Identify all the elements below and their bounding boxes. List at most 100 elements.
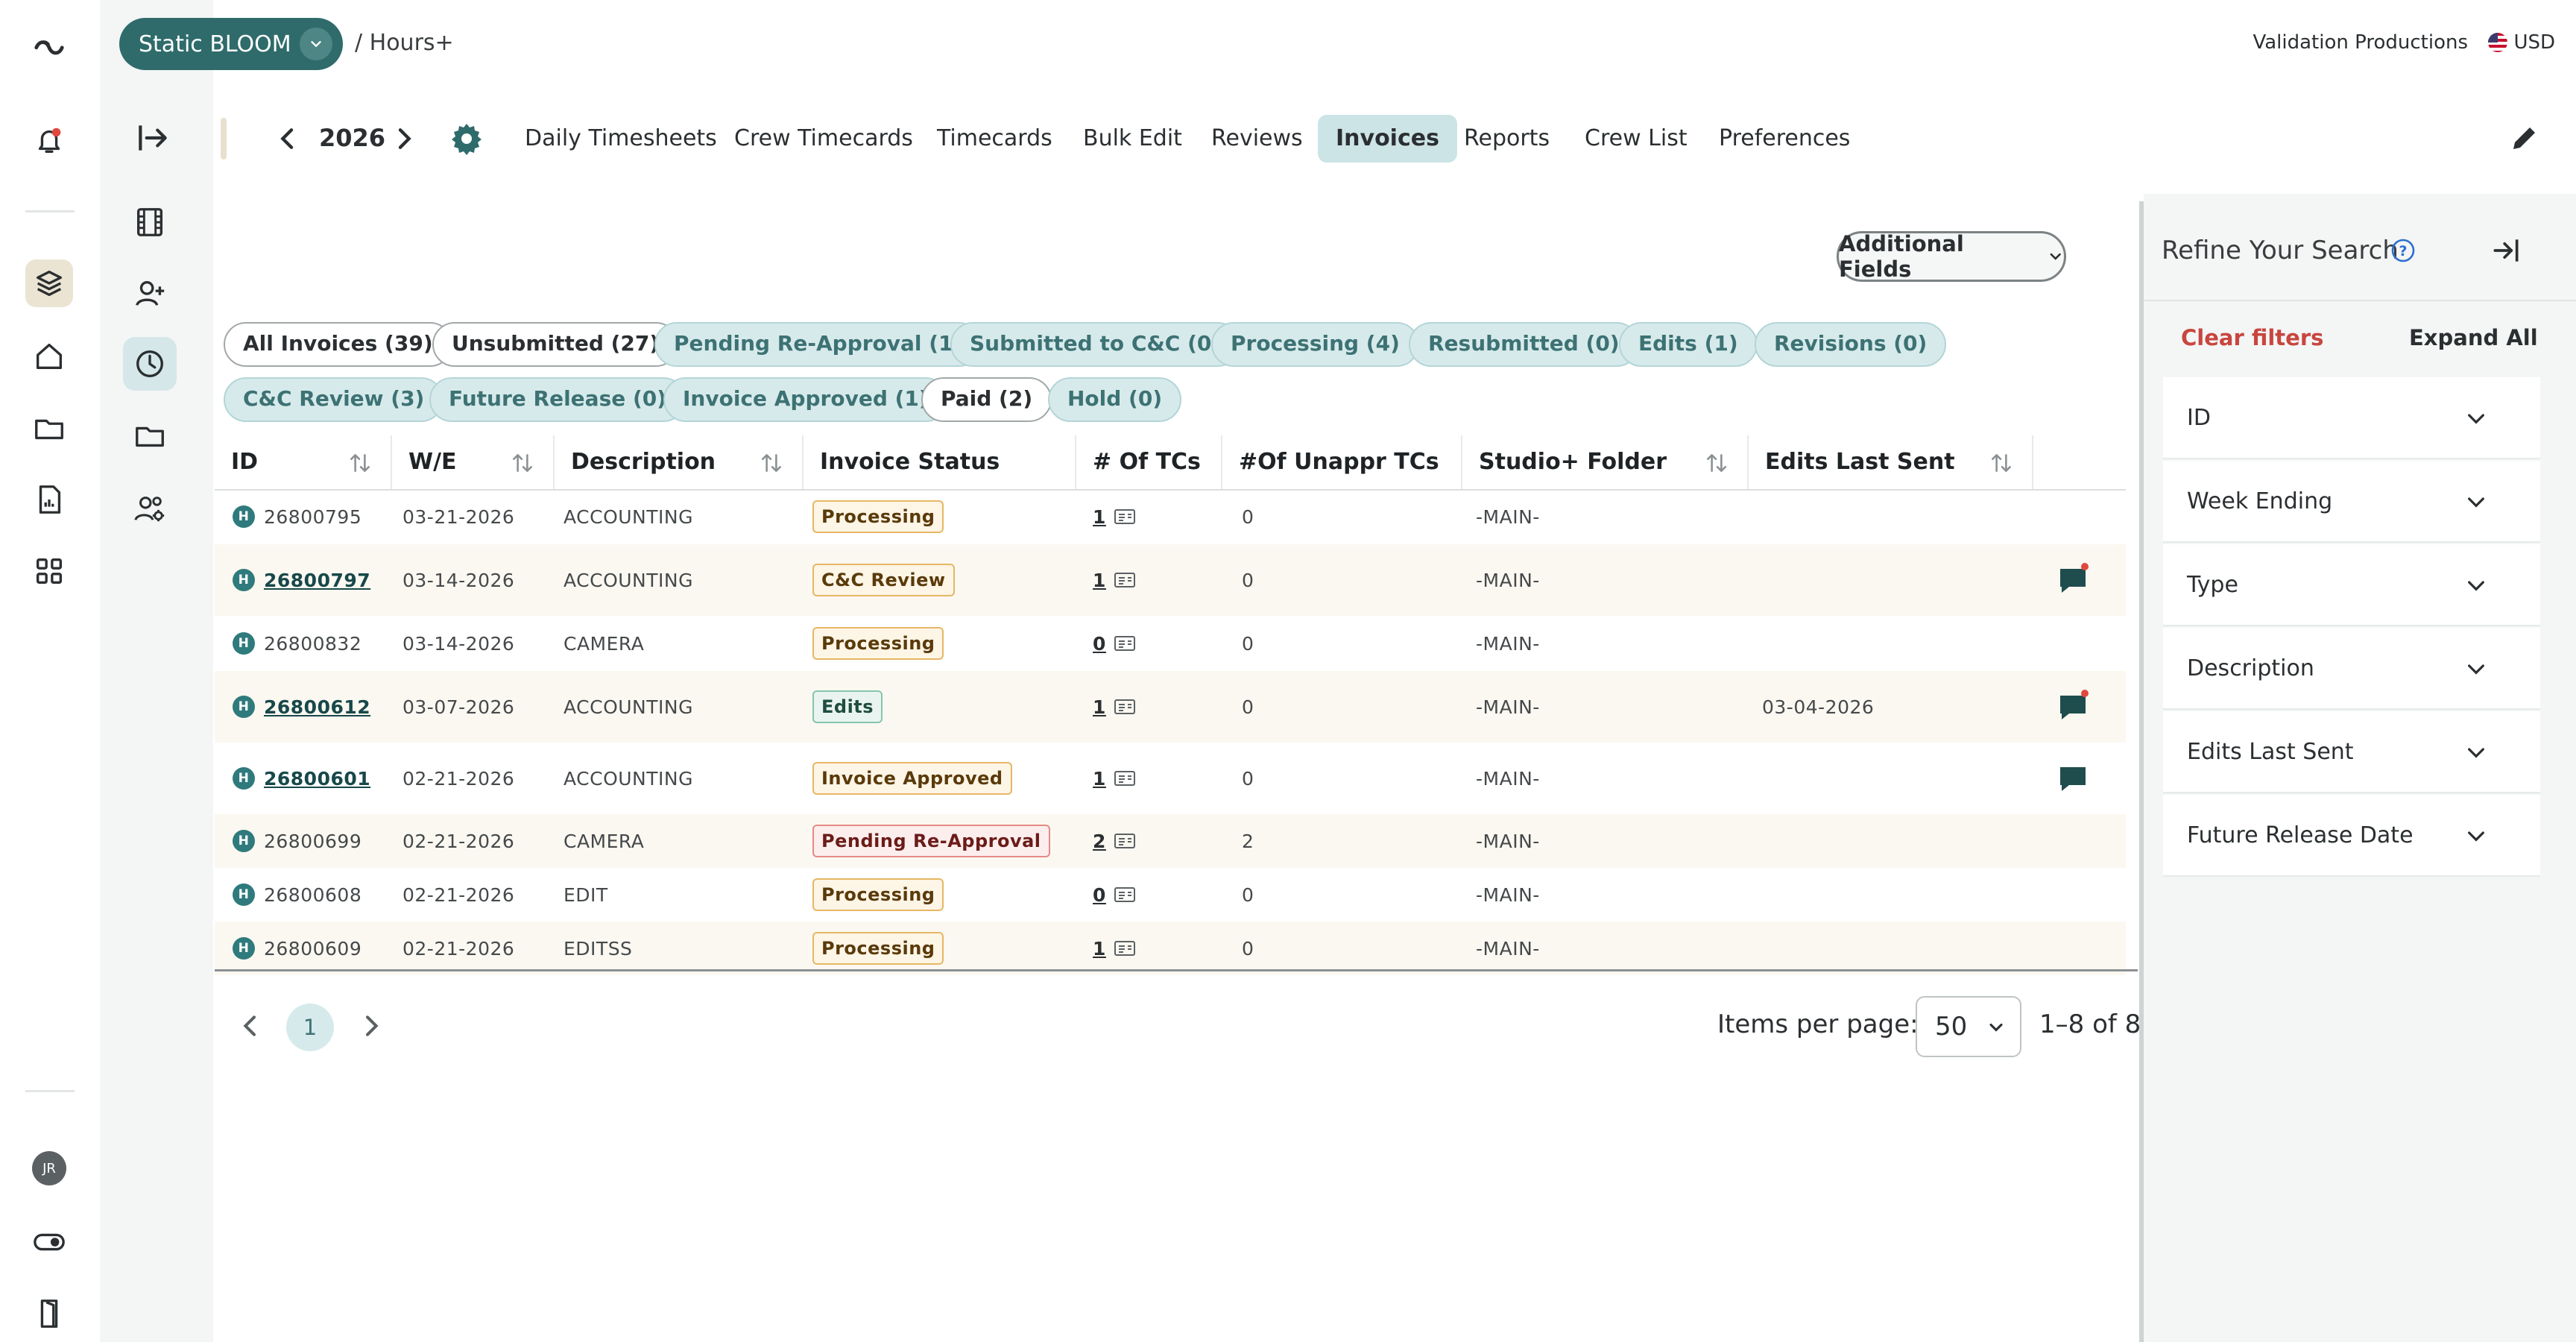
tab-crew-timecards[interactable]: Crew Timecards xyxy=(716,115,931,163)
sort-icon[interactable] xyxy=(1989,450,2014,476)
film-icon[interactable] xyxy=(123,195,177,249)
comment-icon[interactable] xyxy=(2056,690,2090,724)
logout-door-icon[interactable] xyxy=(25,1290,73,1338)
chip-processing[interactable]: Processing (4) xyxy=(1211,322,1419,367)
column-header-studio-folder[interactable]: Studio+ Folder xyxy=(1461,435,1747,489)
sort-icon[interactable] xyxy=(510,450,535,476)
tc-count-link[interactable]: 0 xyxy=(1093,884,1106,906)
chip-resubmitted[interactable]: Resubmitted (0) xyxy=(1409,322,1639,367)
sort-icon[interactable] xyxy=(1704,450,1729,476)
invoice-id-link[interactable]: 26800612 xyxy=(264,696,370,718)
chip-submitted-to-cc[interactable]: Submitted to C&C (0) xyxy=(950,322,1241,367)
timecard-icon[interactable] xyxy=(1114,939,1136,957)
tc-count-link[interactable]: 1 xyxy=(1093,506,1106,528)
tc-count-link[interactable]: 1 xyxy=(1093,570,1106,591)
edit-pencil-icon[interactable] xyxy=(2506,121,2542,157)
column-header-unappr-tcs[interactable]: #Of Unappr TCs xyxy=(1221,435,1461,489)
notifications-bell-icon[interactable] xyxy=(25,116,73,164)
layers-icon[interactable] xyxy=(25,259,73,307)
comment-icon[interactable] xyxy=(2056,761,2090,796)
invoice-id-link[interactable]: 26800797 xyxy=(264,570,370,591)
timecard-icon[interactable] xyxy=(1114,571,1136,589)
comment-icon[interactable] xyxy=(2056,563,2090,597)
app-logo[interactable] xyxy=(25,21,73,69)
chip-edits[interactable]: Edits (1) xyxy=(1619,322,1758,367)
column-header-num-tcs[interactable]: # Of TCs xyxy=(1075,435,1221,489)
timecard-icon[interactable] xyxy=(1114,508,1136,526)
timecard-icon[interactable] xyxy=(1114,886,1136,904)
help-icon[interactable]: ? xyxy=(2390,237,2416,264)
filter-edits-last-sent[interactable]: Edits Last Sent xyxy=(2163,711,2540,793)
add-user-icon[interactable] xyxy=(123,267,177,321)
chip-paid[interactable]: Paid (2) xyxy=(921,377,1052,422)
tc-count-link[interactable]: 1 xyxy=(1093,768,1106,790)
tc-count-link[interactable]: 1 xyxy=(1093,696,1106,718)
chip-unsubmitted[interactable]: Unsubmitted (27) xyxy=(432,322,679,367)
table-row[interactable]: H 26800609 02-21-2026 EDITSS Processing 1… xyxy=(215,922,2126,975)
toggle-icon[interactable] xyxy=(25,1218,73,1266)
filter-type[interactable]: Type xyxy=(2163,544,2540,626)
filter-id[interactable]: ID xyxy=(2163,377,2540,459)
previous-page-chevron-icon[interactable] xyxy=(236,1011,265,1041)
currency-selector[interactable]: USD xyxy=(2488,31,2555,54)
report-document-icon[interactable] xyxy=(25,476,73,523)
filter-future-release-date[interactable]: Future Release Date xyxy=(2163,795,2540,877)
next-page-chevron-icon[interactable] xyxy=(356,1011,386,1041)
table-row[interactable]: H 26800699 02-21-2026 CAMERA Pending Re-A… xyxy=(215,814,2126,868)
chip-all-invoices[interactable]: All Invoices (39) xyxy=(224,322,452,367)
column-header-invoice-status[interactable]: Invoice Status xyxy=(802,435,1075,489)
table-row[interactable]: H 26800612 03-07-2026 ACCOUNTING Edits 1 … xyxy=(215,671,2126,743)
expand-sidebar-icon[interactable] xyxy=(134,119,171,157)
tab-bulk-edit[interactable]: Bulk Edit xyxy=(1065,115,1200,163)
clock-icon[interactable] xyxy=(123,337,177,391)
user-avatar[interactable]: JR xyxy=(25,1144,73,1192)
collapse-panel-icon[interactable] xyxy=(2490,234,2522,267)
tab-invoices[interactable]: Invoices xyxy=(1318,115,1457,163)
team-settings-icon[interactable] xyxy=(123,482,177,535)
filter-description[interactable]: Description xyxy=(2163,628,2540,710)
chip-invoice-approved[interactable]: Invoice Approved (1) xyxy=(663,377,948,422)
sort-icon[interactable] xyxy=(347,450,373,476)
items-per-page-select[interactable]: 50 xyxy=(1916,996,2021,1057)
next-year-chevron-icon[interactable] xyxy=(389,124,419,154)
timecard-icon[interactable] xyxy=(1114,769,1136,787)
timecard-icon[interactable] xyxy=(1114,832,1136,850)
sort-icon[interactable] xyxy=(759,450,784,476)
column-header-description[interactable]: Description xyxy=(553,435,802,489)
chip-pending-reapproval[interactable]: Pending Re-Approval (1) xyxy=(654,322,982,367)
additional-fields-button[interactable]: Additional Fields xyxy=(1837,231,2066,282)
chip-revisions[interactable]: Revisions (0) xyxy=(1755,322,1947,367)
panel-resize-handle[interactable] xyxy=(2139,201,2144,1342)
column-header-we[interactable]: W/E xyxy=(391,435,553,489)
folder-icon[interactable] xyxy=(25,404,73,452)
chip-hold[interactable]: Hold (0) xyxy=(1048,377,1182,422)
home-icon[interactable] xyxy=(25,333,73,380)
tab-reviews[interactable]: Reviews xyxy=(1193,115,1321,163)
project-selector[interactable]: Static BLOOM xyxy=(119,18,343,70)
expand-all-button[interactable]: Expand All xyxy=(2409,325,2538,350)
table-row[interactable]: H 26800608 02-21-2026 EDIT Processing 0 0… xyxy=(215,868,2126,922)
tab-reports[interactable]: Reports xyxy=(1446,115,1568,163)
gear-icon[interactable] xyxy=(449,121,484,157)
breadcrumb[interactable]: / Hours+ xyxy=(355,30,454,56)
column-header-id[interactable]: ID xyxy=(215,435,391,489)
table-row[interactable]: H 26800797 03-14-2026 ACCOUNTING C&C Revi… xyxy=(215,544,2126,616)
tab-timecards[interactable]: Timecards xyxy=(919,115,1070,163)
chip-future-release[interactable]: Future Release (0) xyxy=(429,377,686,422)
timecard-icon[interactable] xyxy=(1114,634,1136,652)
tab-crew-list[interactable]: Crew List xyxy=(1567,115,1705,163)
chip-cc-review[interactable]: C&C Review (3) xyxy=(224,377,444,422)
tc-count-link[interactable]: 0 xyxy=(1093,633,1106,655)
column-header-edits-last-sent[interactable]: Edits Last Sent xyxy=(1747,435,2032,489)
timecard-icon[interactable] xyxy=(1114,698,1136,716)
table-row[interactable]: H 26800832 03-14-2026 CAMERA Processing 0… xyxy=(215,616,2126,671)
clear-filters-button[interactable]: Clear filters xyxy=(2181,325,2323,350)
filter-week-ending[interactable]: Week Ending xyxy=(2163,461,2540,543)
page-number-button[interactable]: 1 xyxy=(286,1004,334,1051)
table-row[interactable]: H 26800795 03-21-2026 ACCOUNTING Processi… xyxy=(215,489,2126,544)
apps-grid-icon[interactable] xyxy=(25,547,73,595)
previous-year-chevron-icon[interactable] xyxy=(273,124,303,154)
tc-count-link[interactable]: 2 xyxy=(1093,831,1106,852)
tc-count-link[interactable]: 1 xyxy=(1093,938,1106,960)
folder-icon[interactable] xyxy=(123,409,177,462)
